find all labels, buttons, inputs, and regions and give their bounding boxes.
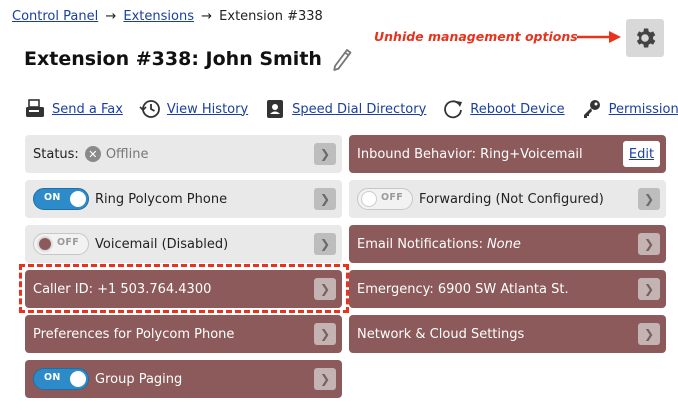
action-bar: Send a Fax View History Speed Dial Direc… — [24, 98, 678, 120]
annotation-label: Unhide management options — [374, 29, 578, 44]
voicemail-tile[interactable]: OFF Voicemail (Disabled) ❯ — [25, 225, 342, 263]
permissions-link[interactable]: Permissions — [609, 102, 678, 117]
network-cloud-tile[interactable]: Network & Cloud Settings ❯ — [349, 315, 666, 353]
forwarding-label: Forwarding (Not Configured) — [419, 191, 604, 207]
permissions-action[interactable]: Permissions — [581, 98, 678, 120]
fax-icon — [24, 98, 46, 120]
forwarding-tile[interactable]: OFF Forwarding (Not Configured) ❯ — [349, 180, 666, 218]
chevron-right-icon[interactable]: ❯ — [314, 368, 336, 390]
speed-dial-directory-link[interactable]: Speed Dial Directory — [292, 102, 426, 117]
send-fax-action[interactable]: Send a Fax — [24, 98, 123, 120]
breadcrumb: Control Panel → Extensions → Extension #… — [12, 9, 323, 24]
speed-dial-directory-action[interactable]: Speed Dial Directory — [264, 98, 426, 120]
email-notifications-tile[interactable]: Email Notifications: None ❯ — [349, 225, 666, 263]
gear-icon — [636, 28, 656, 48]
view-history-action[interactable]: View History — [139, 98, 248, 120]
group-paging-tile[interactable]: ON Group Paging ❯ — [25, 360, 342, 398]
group-paging-label: Group Paging — [95, 371, 183, 387]
pencil-icon[interactable] — [331, 46, 353, 72]
toggle-knob — [37, 236, 53, 252]
toggle-state-text: ON — [44, 192, 61, 203]
annotation-arrow-icon — [577, 31, 621, 43]
breadcrumb-separator: → — [105, 9, 117, 24]
chevron-right-icon[interactable]: ❯ — [314, 233, 336, 255]
group-paging-toggle[interactable]: ON — [33, 368, 89, 390]
caller-id-tile[interactable]: Caller ID: +1 503.764.4300 ❯ — [25, 270, 342, 308]
inbound-behavior-label: Inbound Behavior: Ring+Voicemail — [357, 146, 583, 162]
breadcrumb-control-panel[interactable]: Control Panel — [12, 9, 98, 24]
breadcrumb-extensions[interactable]: Extensions — [123, 9, 194, 24]
chevron-right-icon[interactable]: ❯ — [638, 323, 660, 345]
toggle-knob — [70, 191, 86, 207]
toggle-state-text: OFF — [381, 192, 403, 203]
directory-icon — [264, 98, 286, 120]
voicemail-label: Voicemail (Disabled) — [95, 236, 229, 252]
ring-polycom-label: Ring Polycom Phone — [95, 191, 228, 207]
reboot-device-link[interactable]: Reboot Device — [470, 102, 564, 117]
preferences-tile[interactable]: Preferences for Polycom Phone ❯ — [25, 315, 342, 353]
chevron-right-icon[interactable]: ❯ — [314, 323, 336, 345]
toggle-state-text: ON — [44, 372, 61, 383]
breadcrumb-separator: → — [201, 9, 213, 24]
offline-x-icon: ✕ — [84, 146, 101, 162]
ring-polycom-toggle[interactable]: ON — [33, 188, 89, 210]
inbound-behavior-tile[interactable]: Inbound Behavior: Ring+Voicemail Edit — [349, 135, 666, 173]
voicemail-toggle[interactable]: OFF — [33, 233, 89, 255]
chevron-right-icon[interactable]: ❯ — [314, 278, 336, 300]
management-options-button[interactable] — [626, 19, 664, 57]
chevron-right-icon[interactable]: ❯ — [314, 188, 336, 210]
emergency-label: Emergency: 6900 SW Atlanta St. — [357, 281, 569, 297]
chevron-right-icon[interactable]: ❯ — [314, 143, 336, 165]
status-value: Offline — [105, 146, 149, 162]
emergency-tile[interactable]: Emergency: 6900 SW Atlanta St. ❯ — [349, 270, 666, 308]
breadcrumb-current: Extension #338 — [219, 9, 323, 24]
email-notifications-value: None — [486, 236, 521, 252]
status-tile[interactable]: Status: ✕ Offline ❯ — [25, 135, 342, 173]
email-notifications-label: Email Notifications: — [357, 236, 483, 252]
chevron-right-icon[interactable]: ❯ — [638, 278, 660, 300]
inbound-edit-button[interactable]: Edit — [623, 141, 660, 167]
preferences-label: Preferences for Polycom Phone — [33, 326, 235, 342]
ring-polycom-tile[interactable]: ON Ring Polycom Phone ❯ — [25, 180, 342, 218]
reboot-icon — [442, 98, 464, 120]
status-label: Status: — [33, 146, 79, 162]
toggle-knob — [361, 191, 377, 207]
forwarding-toggle[interactable]: OFF — [357, 188, 413, 210]
view-history-link[interactable]: View History — [167, 102, 248, 117]
reboot-device-action[interactable]: Reboot Device — [442, 98, 565, 120]
history-icon — [139, 98, 161, 120]
page-title-row: Extension #338: John Smith — [24, 46, 353, 72]
page-title: Extension #338: John Smith — [24, 48, 322, 70]
caller-id-label: Caller ID: +1 503.764.4300 — [33, 281, 212, 297]
toggle-knob — [70, 371, 86, 387]
network-cloud-label: Network & Cloud Settings — [357, 326, 525, 342]
send-fax-link[interactable]: Send a Fax — [52, 102, 123, 117]
chevron-right-icon[interactable]: ❯ — [638, 233, 660, 255]
key-icon — [581, 98, 603, 120]
chevron-right-icon[interactable]: ❯ — [638, 188, 660, 210]
toggle-state-text: OFF — [57, 237, 79, 248]
